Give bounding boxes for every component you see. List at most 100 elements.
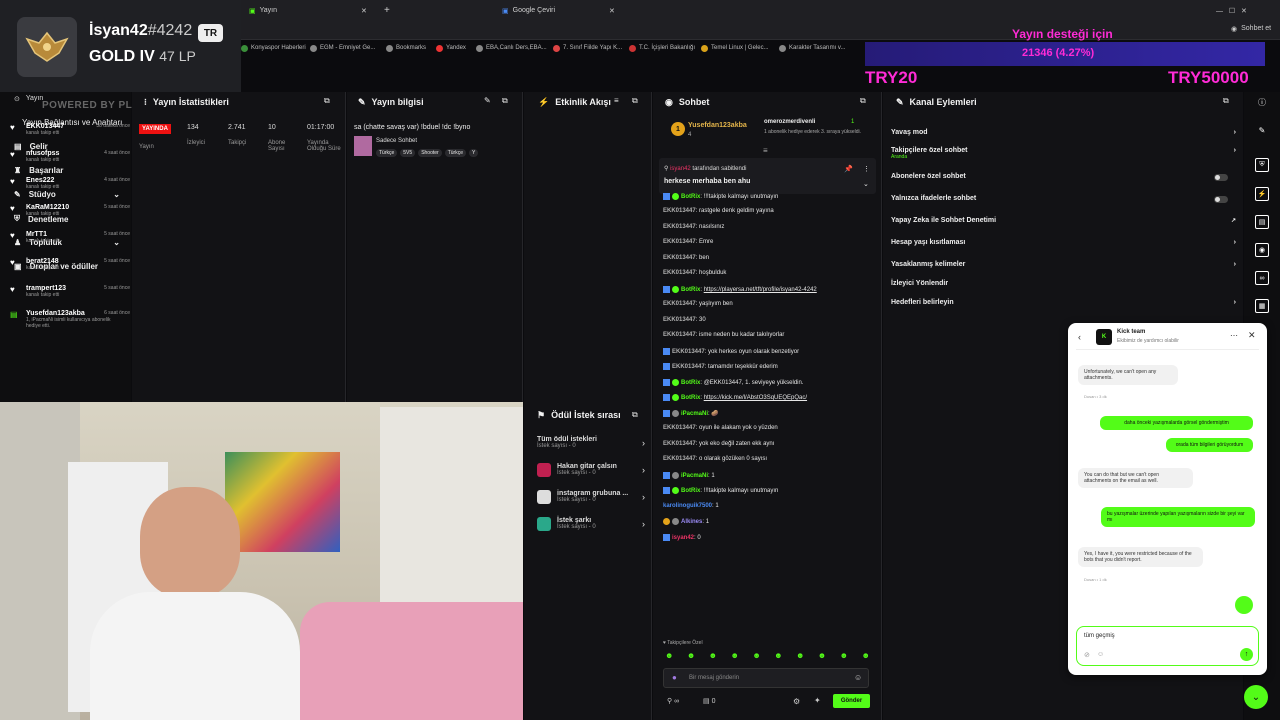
emote-icon[interactable]: ☻ xyxy=(796,651,804,663)
action-followers-only[interactable]: Takipçilere özel sohbet Aranda › xyxy=(891,147,1236,160)
chat-user[interactable]: EKK013447 xyxy=(663,270,696,276)
bookmark-karakter[interactable]: Karakter Tasarımı v... xyxy=(779,43,845,53)
action-goals[interactable]: Hedefleri belirleyin › xyxy=(891,299,1236,306)
emote-icon[interactable]: ☻ xyxy=(752,651,760,663)
bookmark-eba[interactable]: EBA,Canlı Ders,EBA... xyxy=(476,43,547,53)
attach-icon[interactable]: ⊘ xyxy=(1084,651,1090,659)
pinned-user[interactable]: Yusefdan123akba xyxy=(688,122,747,129)
popout-icon[interactable]: ⧉ xyxy=(632,96,638,106)
action-subs-only[interactable]: Abonelere özel sohbet xyxy=(891,173,1236,181)
tag[interactable]: Shooter xyxy=(418,149,442,157)
chat-user[interactable]: iPacmaNi xyxy=(681,411,708,417)
chat-user[interactable]: BotRix xyxy=(681,380,700,386)
chat-input[interactable]: ● Bir mesaj gönderin ☺ xyxy=(663,668,869,688)
action-slow-mode[interactable]: Yavaş mod › xyxy=(891,129,1236,136)
reward-all[interactable]: Tüm ödül istekleri İstek sayısı - 0 › xyxy=(537,436,645,449)
chat-user[interactable]: EKK013447 xyxy=(663,224,696,230)
chat-user[interactable]: BotRix xyxy=(681,287,700,293)
action-ai-moderation[interactable]: Yapay Zeka ile Sohbet Denetimi ↗ xyxy=(891,217,1236,224)
chat-user[interactable]: EKK013447 xyxy=(663,425,696,431)
bookmark-bookmarks[interactable]: Bookmarks xyxy=(386,43,426,53)
nav-studyo[interactable]: ✎ Stüdyo ⌄ xyxy=(14,190,120,199)
activity-user[interactable]: Enes222 xyxy=(26,177,116,184)
bookmark-yandex[interactable]: Yandex xyxy=(436,43,466,53)
tab-google-ceviri[interactable]: ▣ Google Çeviri ✕ xyxy=(502,4,615,17)
filter-icon[interactable]: ≡ xyxy=(614,96,619,105)
action-emote-only[interactable]: Yalnızca ifadelerle sohbet xyxy=(891,195,1236,203)
activity-user[interactable]: nfusofpss xyxy=(26,150,116,157)
reward-item[interactable]: Hakan gitar çalsın İstek sayısı - 0 › xyxy=(537,463,645,477)
reward-item[interactable]: İstek şarkı İstek sayısı - 0 › xyxy=(537,517,645,531)
close-icon[interactable]: ✕ xyxy=(1248,330,1256,341)
emote-icon[interactable]: ☻ xyxy=(818,651,826,663)
support-input[interactable]: tüm geçmiş ⊘ ☺ ↑ xyxy=(1076,626,1259,666)
link-icon[interactable]: ∞ xyxy=(1255,271,1269,285)
activity-user[interactable]: KaRaM12210 xyxy=(26,204,116,211)
bookmark-egm[interactable]: EGM - Emniyet Ge... xyxy=(310,43,375,53)
new-tab-button[interactable]: + xyxy=(384,4,390,17)
popout-icon[interactable]: ⧉ xyxy=(324,96,330,106)
send-arrow-icon[interactable]: ↑ xyxy=(1240,648,1253,661)
chat-user[interactable]: BotRix xyxy=(681,395,700,401)
chat-user[interactable]: Alkines xyxy=(681,519,702,525)
info-icon[interactable]: ⓘ xyxy=(1255,95,1269,109)
chat-link[interactable]: https://kick.me/l/AbstO3SqUEQEpQac/ xyxy=(704,395,807,401)
nav-basarilar[interactable]: ♜ Başarılar xyxy=(14,166,63,175)
toggle-switch[interactable] xyxy=(1214,174,1228,181)
more-icon[interactable]: ⋯ xyxy=(1230,331,1238,340)
activity-user[interactable]: MrTT1 xyxy=(26,231,116,238)
emote-icon[interactable]: ☻ xyxy=(861,651,869,663)
back-icon[interactable]: ‹ xyxy=(1078,332,1081,342)
activity-user[interactable]: trampert123 xyxy=(26,285,116,292)
pin-by-user[interactable]: isyan42 xyxy=(670,166,691,172)
chat-user[interactable]: EKK013447 xyxy=(663,317,696,323)
chat-bubble-icon[interactable]: ◉ xyxy=(1255,243,1269,257)
popout-icon[interactable]: ⧉ xyxy=(860,96,866,106)
chat-user[interactable]: BotRix xyxy=(681,194,700,200)
chat-link[interactable]: https://playersa.net/tft/profile/isyan42… xyxy=(704,287,817,293)
shield-icon[interactable]: ⛨ xyxy=(1255,158,1269,172)
chat-user[interactable]: EKK013447 xyxy=(663,332,696,338)
chat-user[interactable]: BotRix xyxy=(681,488,700,494)
emote-icon[interactable]: ☻ xyxy=(709,651,717,663)
action-raid[interactable]: İzleyici Yönlendir xyxy=(891,280,1236,287)
emote-icon[interactable]: ☻ xyxy=(687,651,695,663)
activity-user[interactable]: berat2148 xyxy=(26,258,116,265)
chat-user[interactable]: isyan42 xyxy=(672,535,694,541)
chat-user[interactable]: EKK013447 xyxy=(663,239,696,245)
chat-user[interactable]: EKK013447 xyxy=(663,255,696,261)
chat-user[interactable]: EKK013447 xyxy=(663,456,696,462)
settings-icon[interactable]: ⚙ xyxy=(793,697,800,706)
nav-yayin[interactable]: ⊙ Yayın xyxy=(14,95,43,103)
edit-icon[interactable]: ✎ xyxy=(1255,123,1269,137)
popout-icon[interactable]: ⧉ xyxy=(632,410,638,420)
pinned-other-user[interactable]: omerozmerdivenli xyxy=(764,119,815,125)
unpin-icon[interactable]: 📌 xyxy=(844,165,853,173)
gift-icon[interactable]: ✦ xyxy=(814,696,821,705)
action-banned-words[interactable]: Yasaklanmış kelimeler › xyxy=(891,261,1236,268)
edit-icon[interactable]: ✎ xyxy=(484,96,491,105)
popout-icon[interactable]: ⧉ xyxy=(1223,96,1229,106)
window-controls[interactable]: — ☐ ✕ xyxy=(1216,4,1247,17)
tab-yayin[interactable]: ▣ Yayın ✕ xyxy=(249,4,367,17)
tag[interactable]: Türkçe xyxy=(376,149,398,157)
emote-icon[interactable]: ☻ xyxy=(730,651,738,663)
chat-user[interactable]: EKK013447 xyxy=(663,441,696,447)
emote-icon[interactable]: ☻ xyxy=(840,651,848,663)
chat-user[interactable]: EKK013447 xyxy=(672,364,705,370)
bookmark-konyaspor[interactable]: Konyaspor Haberleri xyxy=(241,43,306,53)
emoji-icon[interactable]: ☺ xyxy=(1097,651,1104,658)
chat-user[interactable]: EKK013447 xyxy=(663,208,696,214)
reward-item[interactable]: instagram grubuna ... İstek sayısı - 0 › xyxy=(537,490,645,504)
activity-user[interactable]: Yusefdan123akba xyxy=(26,310,116,317)
flash-icon[interactable]: ⚡ xyxy=(1255,187,1269,201)
expand-icon[interactable]: ≡ xyxy=(763,146,768,155)
calendar-icon[interactable]: ▦ xyxy=(1255,299,1269,313)
viewer-icon[interactable]: ⚲ ∞ xyxy=(667,697,679,705)
chat-user[interactable]: EKK013447 xyxy=(672,349,705,355)
toggle-switch[interactable] xyxy=(1214,196,1228,203)
tag[interactable]: Türkçe xyxy=(444,149,466,157)
popout-icon[interactable]: ⧉ xyxy=(502,96,508,106)
document-icon[interactable]: ▤ xyxy=(1255,215,1269,229)
microphone-icon[interactable]: ● xyxy=(672,673,677,682)
